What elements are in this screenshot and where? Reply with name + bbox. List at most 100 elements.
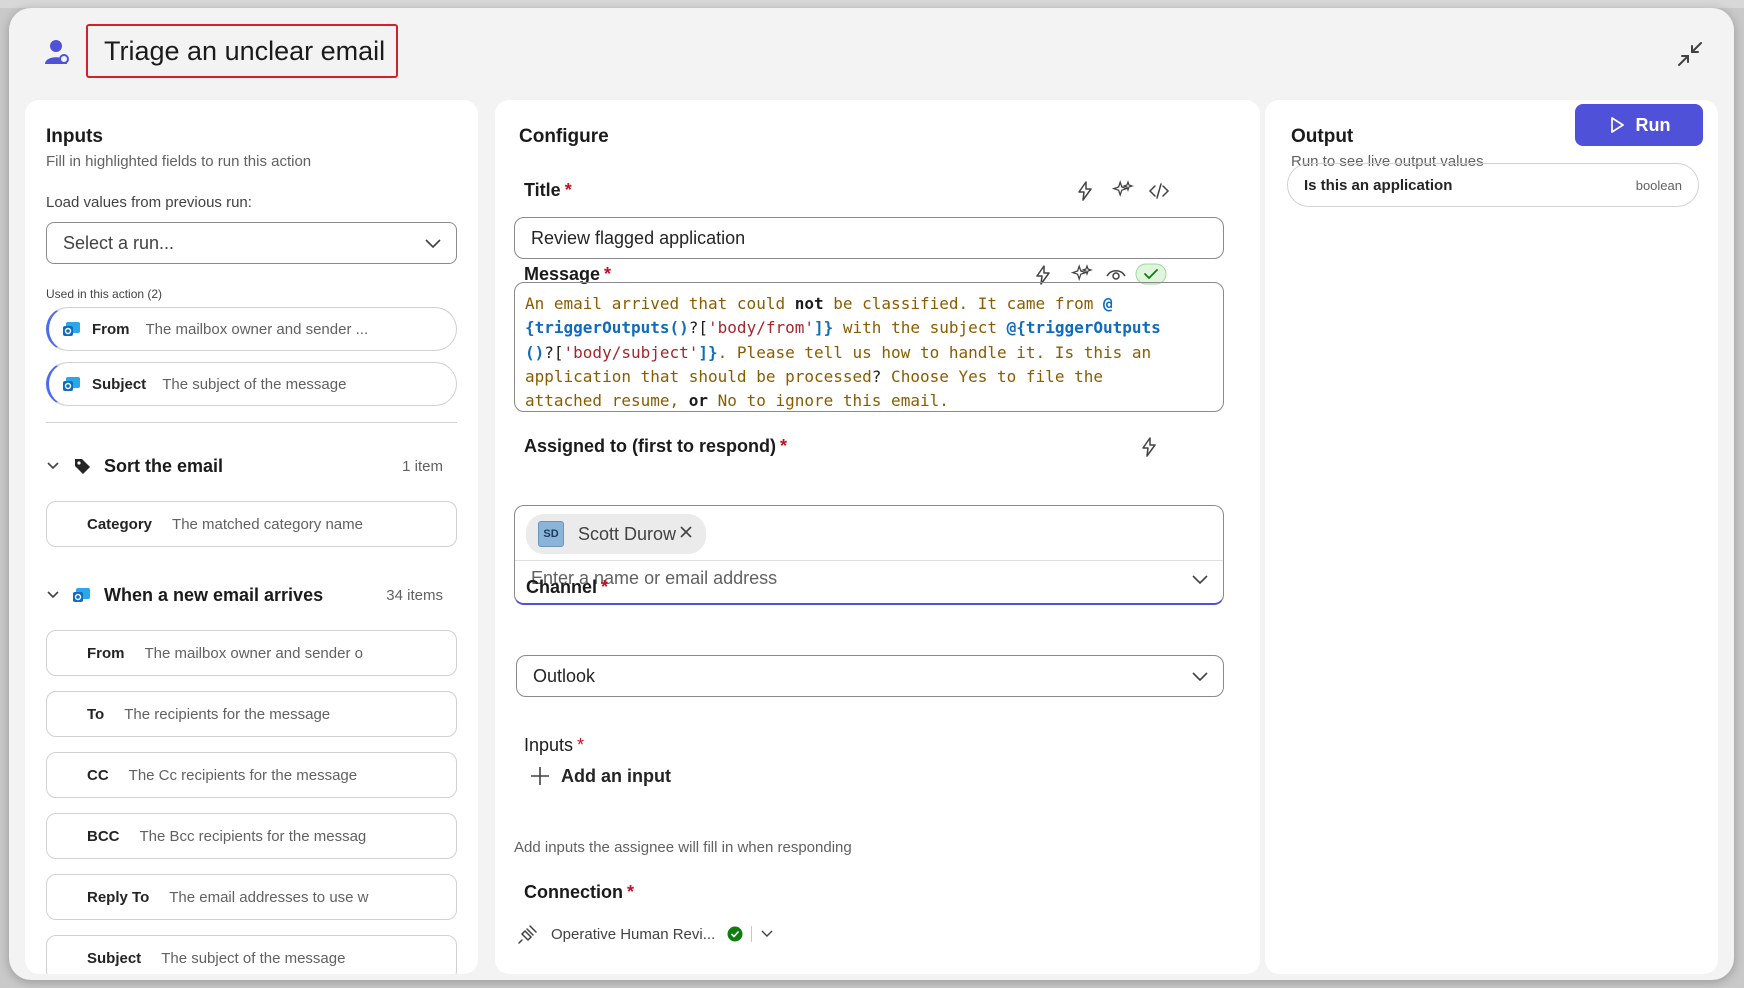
item-desc: The Cc recipients for the message	[128, 766, 358, 784]
message-editor[interactable]: An email arrived that could not be class…	[514, 282, 1224, 412]
used-item-key: From	[92, 320, 130, 338]
item-desc: The recipients for the message	[124, 705, 331, 723]
list-item[interactable]: Subject The subject of the message	[46, 935, 457, 974]
configure-panel-title: Configure	[519, 126, 609, 147]
list-item[interactable]: To The recipients for the message	[46, 691, 457, 737]
add-input-label: Add an input	[561, 765, 671, 786]
outlook-icon	[63, 377, 80, 391]
divider	[751, 926, 753, 942]
select-run-placeholder: Select a run...	[63, 232, 175, 253]
chevron-down-icon	[1192, 672, 1208, 682]
add-input-button[interactable]: Add an input	[529, 765, 671, 787]
message-token: be classified. It came from	[823, 294, 1103, 313]
message-token: An email arrived that could	[525, 294, 795, 313]
backdrop	[0, 0, 1744, 8]
plus-icon	[531, 767, 549, 785]
close-icon[interactable]	[678, 524, 694, 540]
action-title[interactable]: Triage an unclear email	[86, 24, 398, 78]
channel-value: Outlook	[533, 665, 596, 686]
item-desc: The subject of the message	[161, 949, 346, 967]
message-token: ]}	[698, 342, 718, 362]
list-item[interactable]: Reply To The email addresses to use w	[46, 874, 457, 920]
item-desc: The Bcc recipients for the messag	[139, 827, 367, 845]
chevron-down-icon	[47, 462, 59, 470]
chevron-down-icon	[761, 930, 773, 937]
list-item[interactable]: Category The matched category name	[46, 501, 457, 547]
dialog-header: Triage an unclear email	[9, 8, 1734, 100]
channel-field-label: Channel *	[526, 577, 609, 597]
item-key: To	[87, 705, 105, 723]
title-input[interactable]: Review flagged application	[514, 217, 1224, 259]
title-field-label: Title *	[524, 180, 572, 200]
item-desc: The mailbox owner and sender o	[144, 644, 363, 662]
message-token: 'body/from'	[708, 318, 814, 338]
run-label: Run	[1635, 114, 1671, 135]
item-key: BCC	[87, 827, 120, 845]
group-count: 1 item	[402, 457, 443, 475]
list-item[interactable]: From The mailbox owner and sender o	[46, 630, 457, 676]
connection-field-label: Connection *	[524, 882, 635, 902]
item-key: Category	[87, 515, 153, 533]
output-panel: Output Run to see live output values	[1265, 100, 1718, 974]
play-icon	[1610, 117, 1624, 133]
inputs-panel-title: Inputs	[46, 126, 103, 147]
list-item[interactable]: BCC The Bcc recipients for the messag	[46, 813, 457, 859]
select-run-dropdown[interactable]: Select a run...	[46, 222, 457, 264]
group-count: 34 items	[386, 586, 443, 604]
configure-panel: Configure Title * Review flagged applicat…	[495, 100, 1260, 974]
inputs-panel: Inputs Fill in highlighted fields to run…	[25, 100, 478, 974]
plug-icon	[518, 925, 537, 944]
item-desc: The matched category name	[172, 515, 363, 533]
inputs-field-label: Inputs *	[524, 735, 585, 755]
dynamic-content-icon[interactable]	[1137, 435, 1161, 459]
code-icon[interactable]	[1147, 179, 1171, 203]
group-title: Sort the email	[104, 455, 224, 476]
output-panel-title: Output	[1291, 126, 1354, 147]
message-token: ]}	[814, 318, 834, 338]
inputs-panel-subtitle: Fill in highlighted fields to run this a…	[46, 153, 312, 170]
list-item[interactable]: CC The Cc recipients for the message	[46, 752, 457, 798]
outlook-icon	[73, 588, 90, 602]
group-sort-the-email[interactable]: Sort the email 1 item	[46, 451, 457, 481]
chevron-down-icon	[425, 239, 441, 249]
used-item-subject[interactable]: Subject The subject of the message	[46, 362, 457, 406]
collapse-icon[interactable]	[1674, 38, 1706, 70]
message-token: No to ignore this email.	[708, 391, 949, 411]
message-token: not	[794, 294, 824, 313]
item-desc: The email addresses to use w	[169, 888, 369, 906]
sparkle-icon[interactable]	[1110, 179, 1134, 203]
assigned-field-label: Assigned to (first to respond) *	[524, 436, 788, 456]
chevron-down-icon[interactable]	[1191, 572, 1209, 586]
used-item-desc: The mailbox owner and sender ...	[145, 320, 369, 338]
dynamic-content-icon[interactable]	[1073, 179, 1097, 203]
connection-name: Operative Human Revi...	[551, 925, 716, 943]
assignee-picker[interactable]: SD Scott Durow Enter a name or email add…	[514, 505, 1224, 605]
used-item-desc: The subject of the message	[162, 375, 347, 393]
group-when-new-email[interactable]: When a new email arrives 34 items	[46, 580, 457, 610]
item-key: From	[87, 644, 125, 662]
used-item-key: Subject	[92, 375, 147, 393]
message-token: ?	[871, 366, 882, 386]
chevron-down-icon	[47, 591, 59, 599]
tag-icon	[75, 459, 90, 474]
message-token: ?[	[544, 342, 564, 362]
assignee-name: Scott Durow	[578, 523, 677, 544]
action-dialog: Triage an unclear email Inputs Fill in h…	[9, 8, 1734, 980]
item-key: Subject	[87, 949, 142, 967]
outlook-icon	[63, 322, 80, 336]
message-token: with the subject	[833, 318, 1007, 338]
item-key: Reply To	[87, 888, 150, 906]
channel-dropdown[interactable]: Outlook	[516, 655, 1224, 697]
message-token: or	[688, 391, 709, 411]
output-item-name: Is this an application	[1304, 176, 1453, 194]
used-item-from[interactable]: From The mailbox owner and sender ...	[46, 307, 457, 351]
person-icon	[45, 40, 69, 64]
item-key: CC	[87, 766, 109, 784]
output-item[interactable]: Is this an application boolean	[1287, 163, 1699, 207]
run-button[interactable]: Run	[1575, 104, 1703, 146]
inputs-hint: Add inputs the assignee will fill in whe…	[514, 839, 852, 856]
group-title: When a new email arrives	[104, 584, 324, 605]
message-token: ?[	[688, 318, 709, 338]
connection-selector[interactable]: Operative Human Revi...	[517, 923, 774, 945]
assignee-chip[interactable]: SD Scott Durow	[526, 514, 706, 554]
